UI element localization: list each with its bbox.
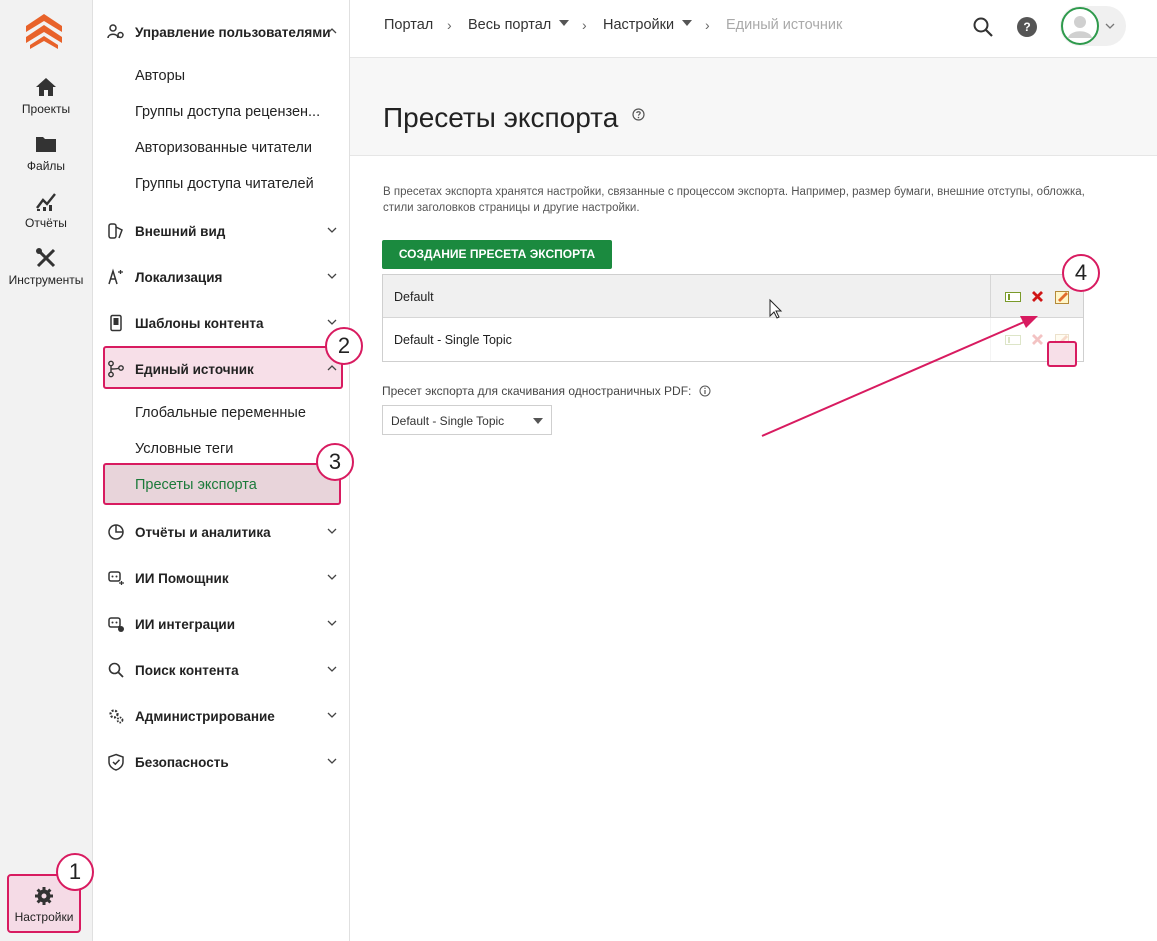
callout-arrow <box>761 321 1025 437</box>
step-badge-4: 4 <box>1062 254 1100 292</box>
step-badge-2: 2 <box>325 327 363 365</box>
annotation-overlay <box>761 298 1038 437</box>
step-badge-1: 1 <box>56 853 94 891</box>
step-badge-3: 3 <box>316 443 354 481</box>
mouse-cursor-icon <box>769 298 783 319</box>
